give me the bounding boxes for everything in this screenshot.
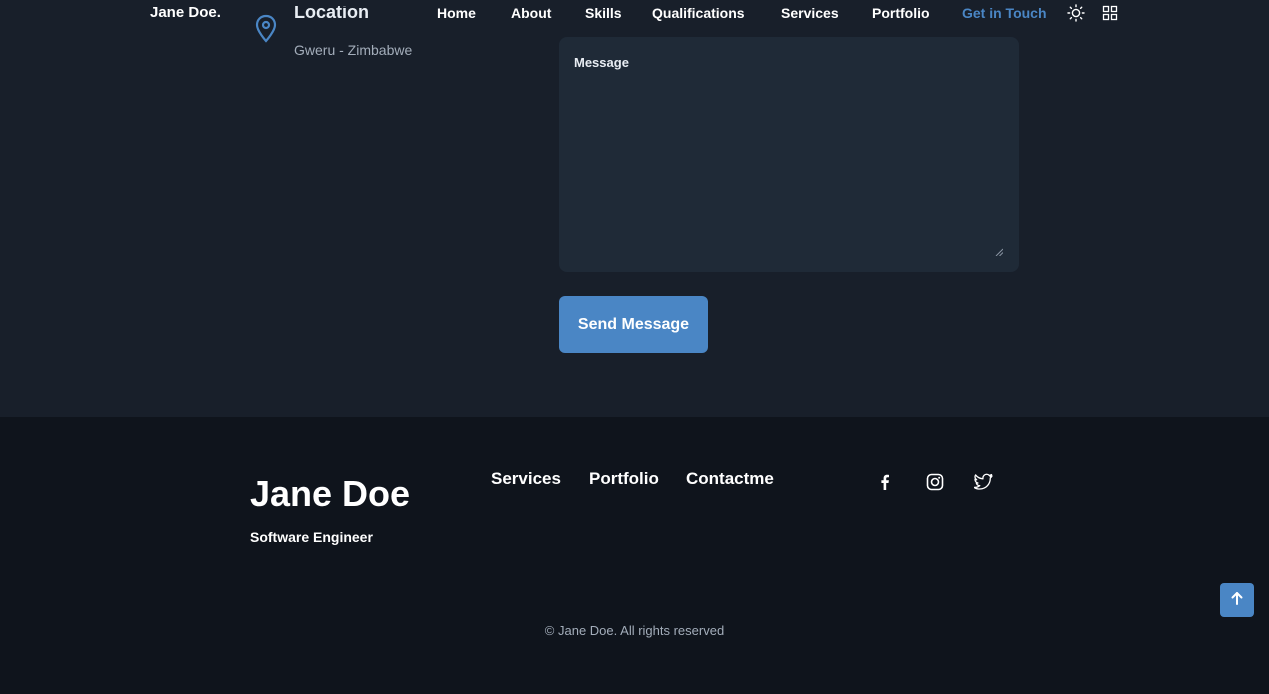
footer-role: Software Engineer bbox=[250, 529, 373, 545]
nav-portfolio[interactable]: Portfolio bbox=[872, 5, 930, 21]
send-message-button[interactable]: Send Message bbox=[559, 296, 708, 353]
footer-link-services[interactable]: Services bbox=[491, 469, 561, 489]
footer-link-contactme[interactable]: Contactme bbox=[686, 469, 774, 489]
facebook-icon[interactable] bbox=[874, 471, 896, 493]
message-label: Message bbox=[574, 55, 629, 70]
brand-logo[interactable]: Jane Doe. bbox=[150, 4, 221, 21]
message-textarea[interactable]: Message bbox=[559, 37, 1019, 272]
site-header: Jane Doe. Home About Skills Qualificatio… bbox=[0, 0, 1269, 28]
nav-get-in-touch[interactable]: Get in Touch bbox=[962, 5, 1047, 21]
contact-section: Location Gweru - Zimbabwe Message Send M… bbox=[0, 0, 1269, 417]
arrow-up-icon bbox=[1229, 590, 1245, 611]
footer-name: Jane Doe bbox=[250, 473, 411, 514]
copyright-text: © Jane Doe. All rights reserved bbox=[544, 623, 725, 638]
grid-icon[interactable] bbox=[1101, 4, 1119, 22]
sun-icon[interactable] bbox=[1067, 4, 1085, 22]
nav-services[interactable]: Services bbox=[781, 5, 839, 21]
location-value: Gweru - Zimbabwe bbox=[294, 42, 413, 58]
footer-link-portfolio[interactable]: Portfolio bbox=[589, 469, 659, 489]
twitter-icon[interactable] bbox=[973, 471, 995, 493]
scroll-to-top-button[interactable] bbox=[1220, 583, 1254, 617]
nav-about[interactable]: About bbox=[511, 5, 551, 21]
site-footer: Jane Doe Software Engineer Services Port… bbox=[0, 417, 1269, 694]
resize-handle-icon[interactable] bbox=[995, 243, 1004, 261]
nav-skills[interactable]: Skills bbox=[585, 5, 622, 21]
nav-qualifications[interactable]: Qualifications bbox=[652, 5, 745, 21]
nav-home[interactable]: Home bbox=[437, 5, 476, 21]
instagram-icon[interactable] bbox=[924, 471, 946, 493]
